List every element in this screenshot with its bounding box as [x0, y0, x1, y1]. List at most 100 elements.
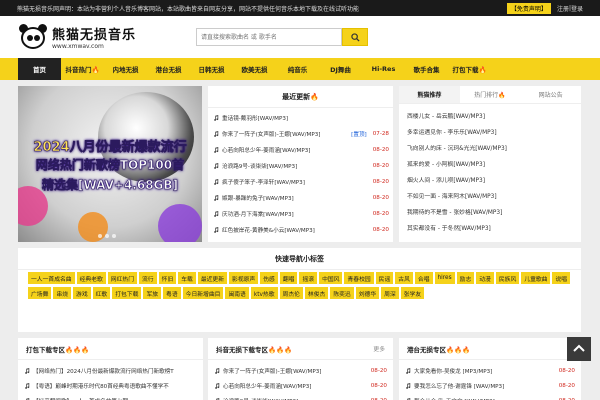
list-item[interactable]: 红色披岸花-黄静美&小云[WAV/MP3] 08-20 — [213, 222, 389, 238]
quick-tag[interactable]: 林俊杰 — [304, 287, 329, 299]
song-title: 你来了一阵子(女声版)-王娜[WAV/MP3] — [222, 132, 321, 138]
banner-headline-1: 2024八月份最新爆款流行 — [33, 140, 187, 156]
list-item[interactable]: 【抖音翻唱歌】一人一首成名曲第七期 — [24, 393, 197, 400]
nav-dj[interactable]: DJ舞曲 — [319, 58, 362, 80]
quick-tag[interactable]: 儿童歌曲 — [521, 272, 551, 284]
list-item[interactable]: 嫉跟-暴躁的兔子[WAV/MP3] 08-20 — [213, 190, 389, 206]
quick-tag[interactable]: 最近更新 — [197, 272, 228, 284]
quick-tags-title: 快速导航小标签 — [18, 248, 581, 270]
quick-tag[interactable]: 伤感 — [260, 272, 278, 284]
quick-tag[interactable]: 合唱 — [414, 272, 433, 284]
music-note-icon — [213, 115, 219, 121]
banner-pagination[interactable] — [98, 234, 116, 238]
back-to-top-button[interactable] — [567, 337, 591, 361]
quick-tag[interactable]: 怀旧 — [158, 272, 177, 284]
list-item[interactable]: 【网络热门】2024八月份最新爆款流行网络热门新歌榜T — [24, 363, 197, 378]
quick-tag[interactable]: 陈奕迅 — [330, 287, 354, 299]
song-title: 西楼儿女 - 岳云鹏[WAV/MP3] — [407, 113, 485, 120]
list-item[interactable]: 烟火人间 - 添儿呗[WAV/MP3] — [407, 171, 573, 187]
list-item[interactable]: 多幸运遇见你 - 李乐乐[WAV/MP3] — [407, 123, 573, 139]
promo-banner[interactable]: 2024八月份最新爆款流行 网络热门新歌榜TOP100首 精选集[WAV+4.6… — [18, 86, 202, 242]
nav-western[interactable]: 欧美无损 — [233, 58, 276, 80]
search-form — [196, 28, 368, 46]
site-logo[interactable]: 熊猫无损音乐 www.xmwav.com — [18, 24, 178, 50]
list-item[interactable]: 沧浪路9号-谈柒柒[WAV/MP3]08-20 — [214, 393, 387, 400]
tab-announcements[interactable]: 网站公告 — [520, 86, 581, 103]
list-item[interactable]: 不如见一面 - 海来阿木[WAV/MP3] — [407, 187, 573, 203]
list-item[interactable]: 飞向别人的床 - 沉珂&光光[WAV/MP3] — [407, 139, 573, 155]
list-item[interactable]: 【粤语】巅峰时期港乐时代80首经典粤语歌曲不懂学不 — [24, 378, 197, 393]
nav-mainland[interactable]: 内地无损 — [104, 58, 147, 80]
quick-tag[interactable]: 励志 — [456, 272, 475, 284]
song-title: 疯子傻子笨子-李泽轩[WAV/MP3] — [222, 180, 305, 186]
list-item[interactable]: 疯子傻子笨子-李泽轩[WAV/MP3] 08-20 — [213, 174, 389, 190]
quick-tag[interactable]: 周深 — [381, 287, 399, 299]
quick-tag[interactable]: 古风 — [395, 272, 413, 284]
tab-hot-ranking[interactable]: 热门排行🔥 — [460, 86, 521, 103]
nav-bundle-download[interactable]: 打包下载🔥 — [448, 58, 491, 80]
tab-panda-recommend[interactable]: 熊猫推荐 — [399, 86, 460, 103]
list-item[interactable]: 其实都没有 - 于冬然[WAV/MP3] — [407, 219, 573, 235]
list-item[interactable]: 要我怎么忘了他-谢霆锋 [WAV/MP3] 08-20 — [405, 378, 575, 393]
quick-tag[interactable]: 张学友 — [400, 287, 425, 299]
quick-tag[interactable]: 周杰伦 — [279, 287, 303, 299]
quick-tag[interactable]: 军旅 — [143, 287, 162, 299]
quick-tag[interactable]: ktv热歌 — [250, 287, 278, 299]
item-date: 08-20 — [558, 367, 575, 374]
quick-tag[interactable]: 翻唱 — [279, 272, 298, 284]
quick-tag[interactable]: 摇滚 — [299, 272, 318, 284]
pinned-tag: [置顶] — [351, 132, 367, 138]
nav-jp-kr[interactable]: 日韩无损 — [190, 58, 233, 80]
quick-tag[interactable]: 车载 — [178, 272, 196, 284]
search-button[interactable] — [342, 28, 368, 46]
register-link[interactable]: 注册 — [557, 4, 569, 13]
quick-tag[interactable]: 打包下载 — [112, 287, 142, 299]
quick-tag[interactable]: 网红热门 — [107, 272, 137, 284]
list-item[interactable]: 心若向阳总少年-姜雨涵[WAV/MP3] 08-20 — [214, 378, 387, 393]
list-item[interactable]: 重话镜-戴羽彤[WAV/MP3] — [213, 110, 389, 126]
quick-tag[interactable]: 说唱 — [552, 272, 571, 284]
song-title: 重话镜-戴羽彤[WAV/MP3] — [222, 116, 289, 122]
quick-tag[interactable]: 广场舞 — [28, 287, 52, 299]
quick-tag[interactable]: 流行 — [139, 272, 157, 284]
quick-tag[interactable]: 经典老歌 — [76, 272, 106, 284]
login-link[interactable]: 登录 — [571, 4, 583, 13]
quick-tag[interactable]: 串烧 — [53, 287, 72, 299]
list-item[interactable]: 你来了一阵子(女声版)-王娜[WAV/MP3] 08-20 — [214, 363, 387, 378]
quick-tag[interactable]: 刘德华 — [355, 287, 380, 299]
search-input[interactable] — [196, 28, 342, 46]
music-note-icon — [213, 195, 219, 201]
list-item[interactable]: 你来了一阵子(女声版)-王娜[WAV/MP3] [置顶] 07-28 — [213, 126, 389, 142]
quick-tag[interactable]: 闽南语 — [225, 287, 249, 299]
quick-tag[interactable]: 民族风 — [495, 272, 520, 284]
music-note-icon — [24, 367, 30, 374]
quick-tag[interactable]: 今日新增曲目 — [182, 287, 224, 299]
list-item[interactable]: 心若向阳总少年-姜雨涵[WAV/MP3] 08-20 — [213, 142, 389, 158]
quick-tag[interactable]: hires — [434, 272, 455, 284]
nav-home[interactable]: 首页 — [18, 58, 61, 80]
quick-tag[interactable]: 民谣 — [375, 272, 394, 284]
nav-hk-tw[interactable]: 港台无损 — [147, 58, 190, 80]
list-item[interactable]: 孤来的爱 - 小阿枫[WAV/MP3] — [407, 155, 573, 171]
list-item[interactable]: 大家免看你-吴俊龙 [MP3/MP3] 08-20 — [405, 363, 575, 378]
quick-tag[interactable]: 粤语 — [163, 287, 181, 299]
disclaimer-link[interactable]: 【免责声明】 — [506, 2, 551, 14]
quick-tag[interactable]: 动漫 — [476, 272, 494, 284]
nav-artists[interactable]: 歌手合集 — [405, 58, 448, 80]
quick-tag[interactable]: 影视原声 — [229, 272, 259, 284]
nav-instrumental[interactable]: 纯音乐 — [276, 58, 319, 80]
list-item[interactable]: 沧浪路9号-谈柒柒[WAV/MP3]08-20 — [213, 158, 389, 174]
list-item[interactable]: 西楼儿女 - 岳云鹏[WAV/MP3] — [407, 107, 573, 123]
quick-tag[interactable]: 一人一首成名曲 — [28, 272, 75, 284]
quick-tag[interactable]: 红歌 — [92, 287, 111, 299]
quick-tag[interactable]: 游戏 — [73, 287, 91, 299]
nav-douyin-hot[interactable]: 抖音热门🔥 — [61, 58, 104, 80]
quick-tag[interactable]: 青春校园 — [344, 272, 374, 284]
list-item[interactable]: 庆功酒-月下海棠[WAV/MP3] 08-20 — [213, 206, 389, 222]
more-link[interactable]: 更多 — [373, 344, 385, 353]
list-item[interactable]: 我期待的不是雪 - 张妙格[WAV/MP3] — [407, 203, 573, 219]
list-item[interactable]: 那会儿会,卧-于文文 [WAV/MP3]08-20 — [405, 393, 575, 400]
song-title: 沧浪路9号-谈柒柒[WAV/MP3] — [222, 164, 298, 170]
nav-hires[interactable]: Hi-Res — [362, 58, 405, 80]
quick-tag[interactable]: 中国风 — [319, 272, 343, 284]
